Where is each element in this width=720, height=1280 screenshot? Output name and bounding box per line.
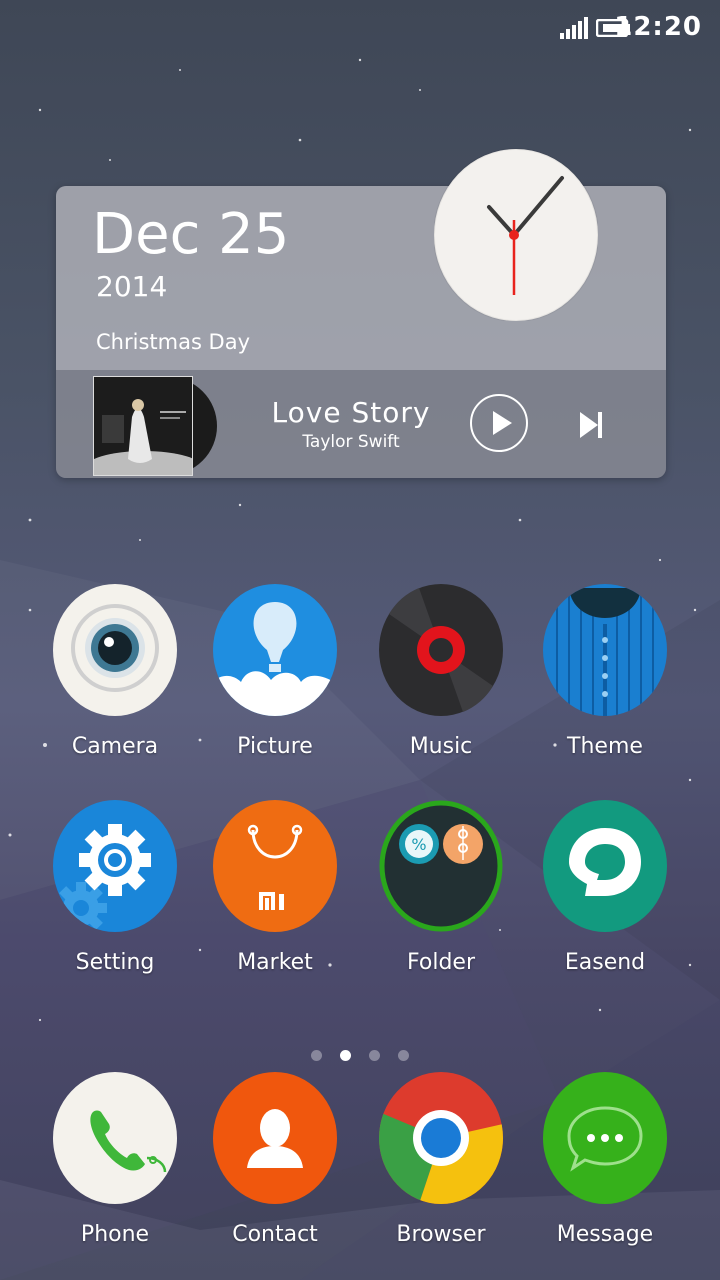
page-dot-active[interactable] <box>340 1050 351 1061</box>
page-indicator[interactable] <box>306 1050 416 1062</box>
next-track-icon[interactable] <box>576 410 606 440</box>
app-label: Camera <box>71 734 159 759</box>
easend-icon <box>543 800 667 932</box>
app-label: Message <box>556 1222 654 1247</box>
app-label: Contact <box>232 1222 318 1247</box>
dock-browser[interactable]: Browser <box>366 1072 516 1247</box>
dock-contact[interactable]: Contact <box>200 1072 350 1247</box>
app-music[interactable]: Music <box>366 584 516 759</box>
status-time: 12:20 <box>614 12 702 42</box>
app-label: Setting <box>75 950 155 975</box>
music-icon <box>379 584 503 716</box>
song-artist: Taylor Swift <box>302 432 400 452</box>
camera-icon <box>53 584 177 716</box>
app-label: Music <box>409 734 473 759</box>
app-folder[interactable]: % Folder <box>366 800 516 975</box>
message-icon <box>543 1072 667 1204</box>
folder-icon: % <box>379 800 503 932</box>
app-label: Easend <box>564 950 646 975</box>
app-label: Folder <box>407 950 475 975</box>
song-title: Love Story <box>271 396 431 429</box>
setting-icon <box>53 800 177 932</box>
page-dot[interactable] <box>398 1050 409 1061</box>
app-setting[interactable]: Setting <box>40 800 190 975</box>
status-bar: 12:20 <box>0 0 720 56</box>
phone-icon <box>53 1072 177 1204</box>
contact-icon <box>213 1072 337 1204</box>
play-icon <box>493 411 512 435</box>
widget-date: Dec 25 <box>92 202 290 267</box>
svg-text:%: % <box>411 835 426 854</box>
app-picture[interactable]: Picture <box>200 584 350 759</box>
dock-phone[interactable]: Phone <box>40 1072 190 1247</box>
app-label: Phone <box>80 1222 150 1247</box>
theme-icon <box>543 584 667 716</box>
app-label: Picture <box>237 734 313 759</box>
widget-year: 2014 <box>96 270 168 303</box>
album-cover-image <box>94 377 192 475</box>
market-icon <box>213 800 337 932</box>
dock-message[interactable]: Message <box>530 1072 680 1247</box>
app-label: Market <box>237 950 313 975</box>
app-label: Theme <box>567 734 643 759</box>
app-market[interactable]: Market <box>200 800 350 975</box>
app-easend[interactable]: Easend <box>530 800 680 975</box>
analog-clock[interactable] <box>434 145 598 321</box>
album-art[interactable] <box>93 376 193 476</box>
picture-icon <box>213 584 337 716</box>
signal-icon <box>560 17 588 39</box>
widget-holiday: Christmas Day <box>96 330 251 354</box>
app-label: Browser <box>396 1222 486 1247</box>
page-dot[interactable] <box>369 1050 380 1061</box>
app-camera[interactable]: Camera <box>40 584 190 759</box>
chrome-browser-icon <box>379 1072 503 1204</box>
play-button[interactable] <box>470 394 528 452</box>
app-theme[interactable]: Theme <box>530 584 680 759</box>
page-dot[interactable] <box>311 1050 322 1061</box>
